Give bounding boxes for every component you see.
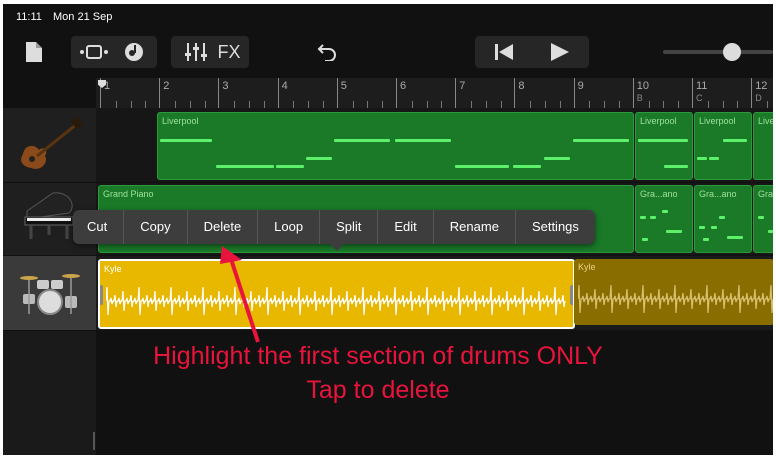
- menu-item-delete[interactable]: Delete: [188, 210, 259, 244]
- ruler-section-letter: B: [636, 93, 643, 103]
- ruler-bar-number: 2: [163, 80, 170, 92]
- annotation-line-1: Highlight the first section of drums ONL…: [153, 342, 603, 370]
- region-label: Liverpool: [758, 116, 773, 126]
- annotation-line-2: Tap to delete: [306, 376, 450, 404]
- drum-kit-icon: [20, 274, 80, 315]
- toolbar: FX: [3, 30, 773, 78]
- ruler-bar-number: 6: [400, 80, 407, 92]
- region-liverpool-2[interactable]: Liverpool: [635, 112, 693, 180]
- menu-item-loop[interactable]: Loop: [258, 210, 321, 244]
- tracks-view-button[interactable]: [74, 45, 114, 59]
- transport-group: [475, 36, 589, 68]
- ruler-bar-number: 5: [340, 80, 347, 92]
- mixer-fx-group: FX: [171, 36, 249, 68]
- menu-item-cut[interactable]: Cut: [73, 210, 125, 244]
- garageband-window: 11:11 Mon 21 Sep FX 1 2 3 4 5 6 7 8 9 10…: [3, 4, 773, 455]
- empty-track-area: [3, 331, 96, 455]
- ruler-bar-number: 4: [281, 80, 288, 92]
- annotation-arrow: [220, 246, 260, 343]
- ruler-bar-number: 7: [459, 80, 466, 92]
- ruler-bar-12: 12 D: [751, 78, 773, 108]
- tracks-view-icon: [80, 45, 108, 59]
- region-label: Grand Piano: [103, 189, 154, 199]
- ruler-bar-3: 3: [218, 78, 278, 108]
- menu-item-split[interactable]: Split: [320, 210, 379, 244]
- ruler-bar-9: 9: [573, 78, 634, 108]
- undo-button[interactable]: [312, 36, 342, 68]
- ruler-bar-number: 3: [222, 80, 229, 92]
- instrument-icon: [125, 43, 143, 61]
- region-grand-piano-4[interactable]: Gra: [753, 185, 773, 253]
- region-liverpool-1[interactable]: Liverpool: [157, 112, 634, 180]
- region-liverpool-4[interactable]: Liverpool: [753, 112, 773, 180]
- ruler-bar-number: 8: [518, 80, 525, 92]
- ruler-bar-10: 10 B: [632, 78, 693, 108]
- track-header-drums[interactable]: [3, 256, 96, 331]
- region-label: Gra: [758, 189, 773, 199]
- ruler-bar-number: 11: [696, 80, 708, 92]
- status-time: 11:11: [16, 11, 42, 23]
- play-icon: [551, 43, 569, 61]
- ruler-bar-11: 11 C: [692, 78, 752, 108]
- volume-knob[interactable]: [723, 43, 741, 61]
- volume-track: [663, 50, 773, 54]
- region-label: Gra...ano: [640, 189, 678, 199]
- context-menu-pointer: [330, 244, 344, 251]
- menu-item-rename[interactable]: Rename: [434, 210, 516, 244]
- menu-item-edit[interactable]: Edit: [378, 210, 434, 244]
- region-liverpool-3[interactable]: Liverpool: [694, 112, 752, 180]
- drum-waveform: [106, 286, 566, 316]
- region-grand-piano-3[interactable]: Gra...ano: [694, 185, 752, 253]
- fx-button[interactable]: FX: [213, 42, 240, 63]
- master-volume-slider[interactable]: [663, 36, 773, 68]
- track-lane-bass[interactable]: Liverpool Liverpool Liverpool Liverpool: [96, 108, 773, 182]
- ruler-bar-number: 9: [577, 80, 584, 92]
- ruler-bar-2: 2: [159, 78, 219, 108]
- ruler-bar-7: 7: [455, 78, 515, 108]
- go-to-start-button[interactable]: [476, 44, 532, 60]
- ruler-bar-1: 1: [100, 78, 160, 108]
- region-kyle-2[interactable]: Kyle: [574, 259, 773, 325]
- ruler-bar-number: 10: [636, 80, 650, 92]
- instrument-browser-button[interactable]: [114, 42, 154, 62]
- drum-waveform: [578, 284, 773, 314]
- status-bar: 11:11 Mon 21 Sep: [3, 4, 773, 30]
- region-label: Liverpool: [640, 116, 677, 126]
- status-date: Mon 21 Sep: [53, 11, 113, 23]
- play-button[interactable]: [532, 43, 588, 61]
- region-label: Gra...ano: [699, 189, 737, 199]
- track-resize-handle[interactable]: [93, 432, 95, 450]
- ruler-bar-4: 4: [277, 78, 338, 108]
- mixer-sliders-icon: [185, 43, 208, 61]
- region-label: Kyle: [578, 262, 596, 272]
- menu-item-copy[interactable]: Copy: [124, 210, 188, 244]
- region-label: Liverpool: [699, 116, 736, 126]
- undo-icon: [317, 44, 336, 61]
- timeline-ruler[interactable]: 1 2 3 4 5 6 7 8 9 10 B 11 C 12 D: [96, 78, 773, 109]
- region-kyle-selected[interactable]: Kyle: [98, 259, 575, 329]
- track-lane-drums[interactable]: Kyle Kyle: [96, 256, 773, 330]
- document-icon: [26, 42, 42, 62]
- bass-guitar-icon: [21, 116, 84, 169]
- context-menu: Cut Copy Delete Loop Split Edit Rename Settings: [73, 210, 595, 244]
- ruler-bar-6: 6: [396, 78, 456, 108]
- region-grand-piano-2[interactable]: Gra...ano: [635, 185, 693, 253]
- grand-piano-icon: [24, 192, 74, 239]
- ruler-bar-5: 5: [336, 78, 397, 108]
- skip-back-icon: [495, 44, 513, 60]
- mixer-button[interactable]: [179, 43, 213, 61]
- menu-item-settings[interactable]: Settings: [516, 210, 595, 244]
- view-group: [71, 36, 157, 68]
- ruler-bar-8: 8: [514, 78, 574, 108]
- track-header-bass[interactable]: [3, 108, 96, 183]
- ruler-section-letter: C: [696, 93, 703, 103]
- region-label: Kyle: [104, 264, 122, 274]
- selection-handle-left[interactable]: [100, 285, 103, 305]
- ruler-section-letter: D: [755, 93, 762, 103]
- my-songs-button[interactable]: [21, 36, 47, 68]
- ruler-bar-number: 12: [755, 80, 768, 92]
- region-label: Liverpool: [162, 116, 199, 126]
